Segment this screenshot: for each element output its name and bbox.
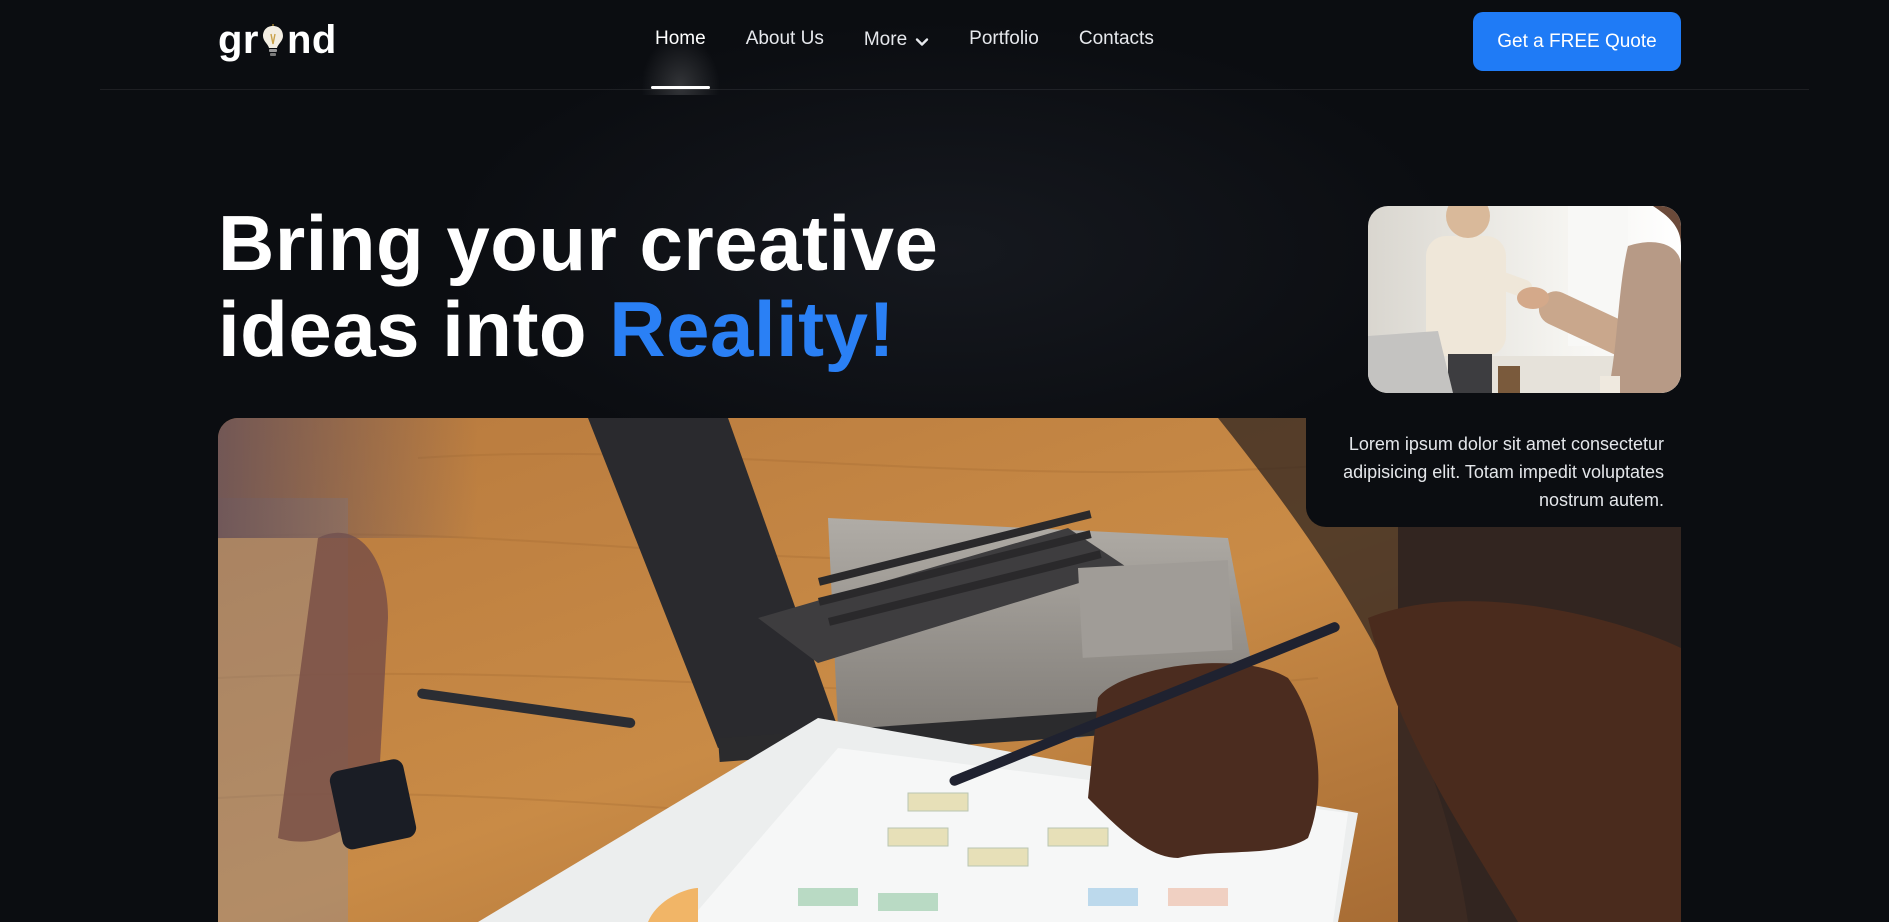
headline-accent: Reality! (609, 285, 895, 373)
get-quote-button[interactable]: Get a FREE Quote (1473, 12, 1681, 71)
nav-item-contacts[interactable]: Contacts (1079, 23, 1154, 55)
site-logo[interactable]: gr nd (218, 18, 337, 63)
hero-description: Lorem ipsum dolor sit amet consectetur a… (1343, 434, 1664, 510)
handshake-photo (1368, 206, 1681, 393)
nav-item-label: About Us (745, 28, 824, 49)
lightbulb-icon (263, 23, 283, 56)
nav-item-label: Portfolio (969, 28, 1039, 49)
nav-item-home[interactable]: Home (641, 23, 720, 95)
nav-divider (100, 89, 1809, 90)
main-menu: Home About Us More Portfolio Contacts (640, 22, 1194, 95)
chevron-down-icon (915, 37, 929, 46)
nav-item-about-us[interactable]: About Us (746, 23, 824, 55)
nav-item-label: Home (655, 28, 706, 49)
nav-item-label: Contacts (1078, 28, 1154, 49)
nav-item-more[interactable]: More (864, 24, 929, 56)
headline-line-1: Bring your creative (218, 199, 939, 287)
headline-line-2: ideas into (218, 285, 610, 373)
nav-item-label: More (863, 29, 908, 50)
logo-text-end: nd (287, 18, 337, 62)
top-navigation: gr nd Home About Us More Portfolio Conta… (0, 0, 1889, 95)
nav-item-portfolio[interactable]: Portfolio (969, 23, 1039, 55)
logo-text-start: gr (218, 18, 259, 62)
hero-headline: Bring your creative ideas into Reality! (218, 200, 938, 372)
